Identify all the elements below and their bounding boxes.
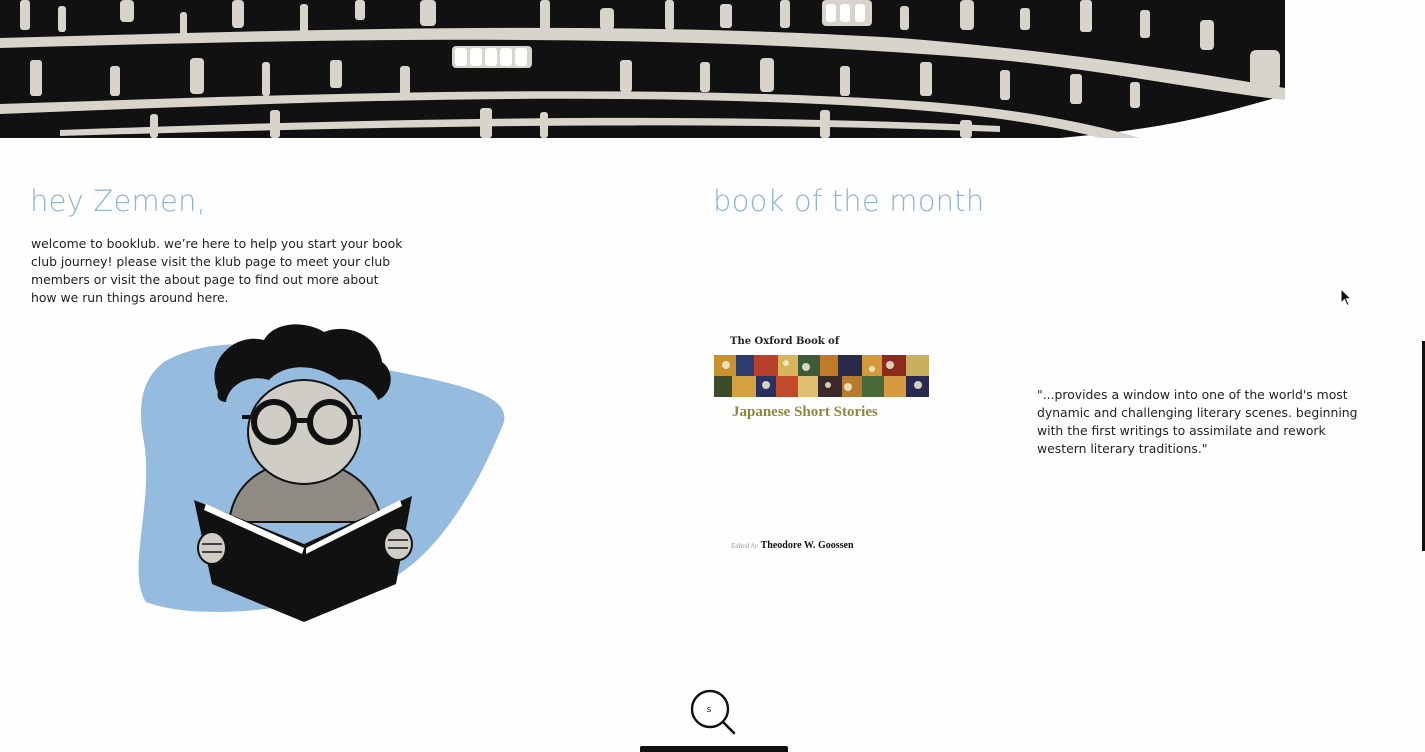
kimono-pattern-art — [714, 355, 929, 397]
bookshelf-banner-illustration — [0, 0, 1285, 138]
search-button[interactable]: s — [689, 689, 739, 735]
cover-series-line: The Oxford Book of — [730, 336, 840, 347]
book-of-the-month-heading: book of the month — [713, 184, 985, 218]
cover-title: Japanese Short Stories — [732, 404, 878, 420]
editor-prefix: Edited by — [731, 542, 758, 550]
header-banner — [0, 0, 1425, 138]
bottom-bar — [640, 746, 788, 752]
editor-name: Theodore W. Goossen — [760, 540, 854, 551]
reading-person-illustration — [134, 322, 509, 624]
mouse-pointer-icon — [1340, 287, 1353, 307]
greeting-heading: hey Zemen, — [30, 184, 206, 218]
book-cover[interactable]: The Oxford Book of Japanese Short Storie… — [714, 330, 930, 558]
search-letter: s — [706, 705, 712, 715]
book-quote: "...provides a window into one of the wo… — [1037, 387, 1358, 456]
welcome-text: welcome to booklub. we’re here to help y… — [31, 236, 403, 305]
cover-editor: Edited by Theodore W. Goossen — [731, 540, 854, 551]
